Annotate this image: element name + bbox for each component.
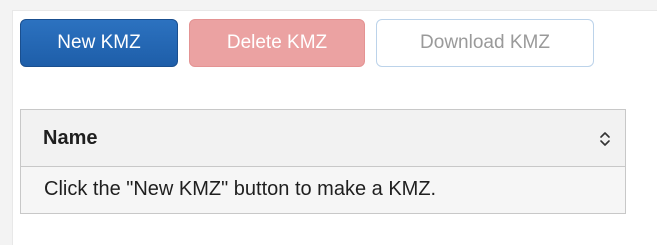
name-column-header[interactable]: Name [21, 110, 625, 167]
empty-table-message: Click the "New KMZ" button to make a KMZ… [21, 167, 625, 213]
sort-up-down-icon[interactable] [599, 130, 611, 148]
kmz-table: Name Click the "New KMZ" button to make … [20, 109, 626, 214]
new-kmz-button[interactable]: New KMZ [20, 19, 178, 67]
delete-kmz-button[interactable]: Delete KMZ [189, 19, 365, 67]
name-column-label: Name [43, 127, 98, 149]
download-kmz-button[interactable]: Download KMZ [376, 19, 594, 67]
